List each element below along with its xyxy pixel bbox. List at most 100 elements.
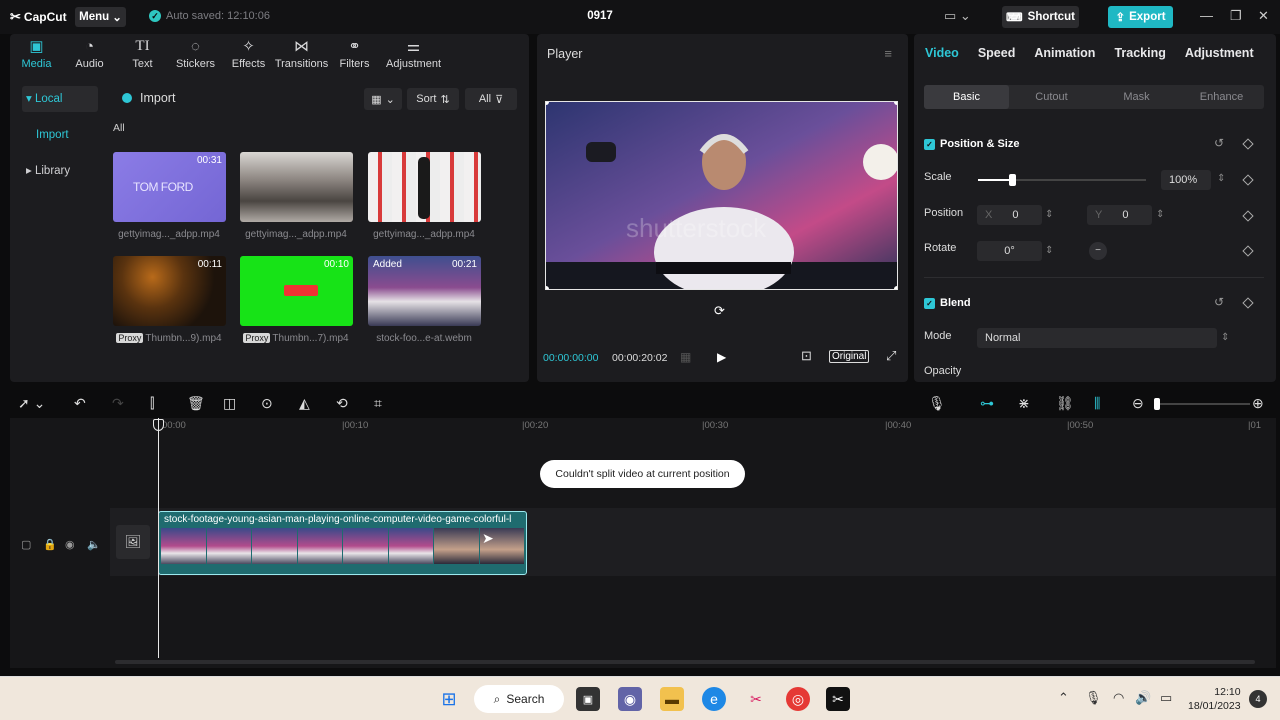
reset-icon[interactable]: ↺ — [1214, 136, 1224, 150]
edge-icon[interactable]: e — [702, 687, 726, 711]
filter-button[interactable]: All ⊽ — [465, 88, 517, 110]
wifi-icon[interactable]: ◠ — [1113, 690, 1124, 706]
reset-icon[interactable]: ↺ — [1214, 295, 1224, 309]
resize-handle[interactable] — [894, 286, 897, 289]
video-preview[interactable]: shutterstock — [545, 101, 898, 290]
delete-icon[interactable]: 🗑 — [187, 395, 205, 412]
sidebar-item-local[interactable]: ▾ Local — [22, 86, 98, 112]
keyframe-icon[interactable] — [1242, 138, 1254, 150]
undo-icon[interactable]: ↶ — [74, 395, 86, 412]
battery-icon[interactable]: ▭ — [1160, 690, 1172, 706]
tab-tracking[interactable]: Tracking — [1114, 46, 1165, 60]
subtab-cutout[interactable]: Cutout — [1009, 85, 1094, 109]
tab-audio[interactable]: ◔ Audio — [63, 34, 116, 75]
subtab-mask[interactable]: Mask — [1094, 85, 1179, 109]
playhead[interactable] — [158, 418, 159, 658]
mirror-icon[interactable]: ◭ — [299, 395, 310, 412]
subtab-basic[interactable]: Basic — [924, 85, 1009, 109]
scale-slider[interactable] — [978, 174, 1146, 186]
split-icon[interactable]: ⫿ — [150, 395, 154, 412]
main-track-magnet-icon[interactable]: ⊶ — [980, 395, 994, 412]
tab-animation[interactable]: Animation — [1034, 46, 1095, 60]
teams-icon[interactable]: ◉ — [618, 687, 642, 711]
notification-badge[interactable]: 4 — [1249, 690, 1267, 708]
tab-media[interactable]: ▣ Media — [10, 34, 63, 75]
tab-adjustment-props[interactable]: Adjustment — [1185, 46, 1254, 60]
reverse-icon[interactable]: ⊙ — [261, 395, 273, 412]
keyframe-icon[interactable] — [1242, 297, 1254, 309]
position-size-section[interactable]: ✓ Position & Size — [924, 138, 1019, 150]
keyframe-icon[interactable] — [1242, 245, 1254, 257]
stepper-icon[interactable]: ⇕ — [1045, 245, 1053, 256]
media-thumb-2[interactable] — [240, 152, 353, 222]
stepper-icon[interactable]: ⇕ — [1221, 332, 1229, 343]
minimize-icon[interactable]: — — [1200, 8, 1213, 23]
scale-slider-knob[interactable] — [1008, 174, 1016, 186]
stepper-icon[interactable]: ⇕ — [1045, 209, 1053, 220]
keyframe-icon[interactable] — [1242, 174, 1254, 186]
scale-input[interactable]: 100% — [1161, 170, 1211, 190]
taskbar-search[interactable]: ⌕ Search — [474, 685, 564, 713]
ratio-original-button[interactable]: Original — [829, 350, 870, 363]
freeze-icon[interactable]: ◫ — [223, 395, 236, 412]
shortcut-button[interactable]: ⌨ Shortcut — [1002, 6, 1079, 28]
timeline[interactable]: 00:00 |00:10 |00:20 |00:30 |00:40 |00:50… — [10, 418, 1276, 668]
microphone-icon[interactable]: 🎙 — [928, 395, 946, 412]
position-x-input[interactable]: X0 — [977, 205, 1042, 225]
export-button[interactable]: ⇪ Export — [1108, 6, 1173, 28]
volume-icon[interactable]: 🔊 — [1135, 690, 1151, 706]
chrome-icon[interactable]: ◎ — [786, 687, 810, 711]
tab-video[interactable]: Video — [925, 46, 959, 60]
rotate-handle-icon[interactable]: ⟳ — [714, 303, 725, 319]
sidebar-item-library[interactable]: ▸ Library — [22, 158, 98, 184]
checkbox-icon[interactable]: ✓ — [924, 297, 935, 309]
tab-text[interactable]: TI Text — [116, 34, 169, 75]
rotate-input[interactable]: 0° — [977, 241, 1042, 261]
timeline-scrollbar[interactable] — [115, 660, 1255, 664]
resize-handle[interactable] — [546, 286, 549, 289]
fullscreen-icon[interactable]: ⤢ — [886, 348, 896, 364]
menu-icon[interactable]: ≡ — [884, 46, 892, 61]
rotate-dial-icon[interactable]: − — [1089, 242, 1107, 260]
crop-icon[interactable]: ⌗ — [374, 395, 382, 412]
stepper-icon[interactable]: ⇕ — [1156, 209, 1164, 220]
play-icon[interactable]: ▶ — [717, 350, 726, 364]
media-thumb-3[interactable] — [368, 152, 481, 222]
blend-mode-select[interactable]: Normal — [977, 328, 1217, 348]
cover-button[interactable]: 🖼 — [116, 525, 150, 559]
file-explorer-icon[interactable]: ▬ — [660, 687, 684, 711]
auto-snap-icon[interactable]: ⋇ — [1018, 395, 1030, 412]
windows-start-icon[interactable]: ⊞ — [437, 687, 461, 711]
zoom-in-icon[interactable]: ⊕ — [1252, 395, 1264, 412]
tab-speed[interactable]: Speed — [978, 46, 1016, 60]
chevron-up-icon[interactable]: ⌃ — [1058, 690, 1069, 706]
tab-filters[interactable]: ⚭ Filters — [328, 34, 381, 75]
video-clip[interactable]: stock-footage-young-asian-man-playing-on… — [158, 511, 527, 575]
zoom-slider[interactable] — [1154, 398, 1250, 410]
rotate-icon[interactable]: ⟲ — [336, 395, 348, 412]
preview-axis-icon[interactable]: ⫼ — [1094, 395, 1100, 412]
layout-icon[interactable]: ▭ ⌄ — [944, 8, 971, 24]
tab-transitions[interactable]: ⋈ Transitions — [275, 34, 328, 75]
subtab-enhance[interactable]: Enhance — [1179, 85, 1264, 109]
capcut-taskbar-icon[interactable]: ✂ — [826, 687, 850, 711]
screenshot-icon[interactable]: ⊡ — [801, 348, 812, 364]
sort-button[interactable]: Sort ⇅ — [407, 88, 459, 110]
stepper-icon[interactable]: ⇕ — [1217, 173, 1225, 184]
sidebar-item-import[interactable]: Import — [22, 122, 98, 148]
resize-handle[interactable] — [894, 102, 897, 105]
view-mode-button[interactable]: ▦ ⌄ — [364, 88, 402, 110]
snipping-tool-icon[interactable]: ✂ — [744, 687, 768, 711]
link-icon[interactable]: ⛓ — [1056, 395, 1074, 412]
checkbox-icon[interactable]: ✓ — [924, 138, 935, 150]
media-thumb-4[interactable]: 00:11 — [113, 256, 226, 326]
maximize-icon[interactable]: ❐ — [1230, 8, 1242, 24]
menu-button[interactable]: Menu ⌄ — [75, 7, 126, 27]
tab-effects[interactable]: ✧ Effects — [222, 34, 275, 75]
tab-stickers[interactable]: ◌ Stickers — [169, 34, 222, 75]
speaker-icon[interactable]: 🔈 — [87, 538, 101, 551]
keyframe-icon[interactable] — [1242, 210, 1254, 222]
track-cover-toggle-icon[interactable]: ▢ — [21, 538, 31, 551]
grid-view-icon[interactable]: ▦ — [680, 350, 691, 364]
media-thumb-1[interactable]: 00:31 TOM FORD — [113, 152, 226, 222]
